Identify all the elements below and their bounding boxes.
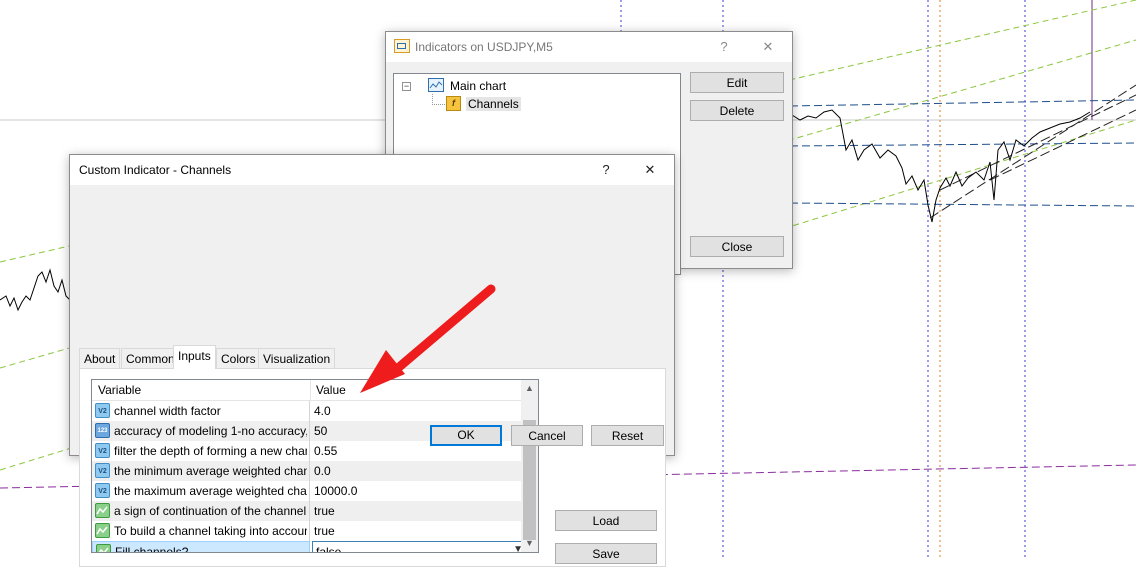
price-line xyxy=(0,268,71,312)
grid-header: Variable Value xyxy=(92,380,527,401)
value-text: 50 xyxy=(314,424,328,438)
channel-line xyxy=(789,202,1136,207)
cancel-button[interactable]: Cancel xyxy=(511,425,583,446)
double-type-icon: V2 xyxy=(95,483,110,498)
boolean-type-icon xyxy=(95,503,110,518)
scroll-down-icon[interactable]: ▼ xyxy=(521,535,538,552)
variable-cell[interactable]: 123 accuracy of modeling 1-no accuracy, … xyxy=(92,421,310,441)
collapse-icon[interactable]: − xyxy=(402,82,411,91)
double-type-icon: V2 xyxy=(95,403,110,418)
boolean-type-icon xyxy=(95,523,110,538)
dialog-title: Custom Indicator - Channels xyxy=(79,163,232,177)
tree-connector xyxy=(432,94,447,105)
column-header-value[interactable]: Value xyxy=(316,383,346,397)
column-header-variable[interactable]: Variable xyxy=(98,383,141,397)
channel-line xyxy=(789,99,1136,107)
tab-inputs[interactable]: Inputs xyxy=(173,345,216,369)
variable-cell[interactable]: Fill channels? xyxy=(92,541,310,553)
variable-cell[interactable]: a sign of continuation of the channel; t… xyxy=(92,501,310,521)
tab-visualization[interactable]: Visualization xyxy=(258,348,336,368)
tab-about[interactable]: About xyxy=(79,348,121,368)
boolean-type-icon xyxy=(96,544,111,552)
value-cell[interactable]: 4.0 xyxy=(311,401,527,421)
grid-scrollbar[interactable]: ▲ ▼ xyxy=(521,380,538,552)
custom-indicator-dialog: Custom Indicator - Channels ? ✕ About Co… xyxy=(69,154,675,567)
table-row[interactable]: a sign of continuation of the channel; t… xyxy=(92,501,527,521)
scroll-up-icon[interactable]: ▲ xyxy=(521,380,538,397)
close-icon[interactable]: ✕ xyxy=(746,32,790,62)
fill-channels-select[interactable]: false ▼ xyxy=(312,541,528,553)
variable-name: the maximum average weighted chann... xyxy=(114,484,307,498)
variable-cell[interactable]: V2 channel width factor xyxy=(92,401,310,421)
variable-name: channel width factor xyxy=(114,404,221,418)
custom-indicator-icon: f xyxy=(446,96,461,111)
value-cell[interactable]: 0.0 xyxy=(311,461,527,481)
variable-name: the minimum average weighted chann... xyxy=(114,464,307,478)
ok-button[interactable]: OK xyxy=(430,425,502,446)
tree-label: Channels xyxy=(466,97,521,111)
value-text: true xyxy=(314,524,335,538)
variable-name: Fill channels? xyxy=(115,545,189,553)
value-text: 0.0 xyxy=(314,464,331,478)
dialog-title-bar[interactable]: Custom Indicator - Channels ? ✕ xyxy=(70,155,674,185)
value-text: 4.0 xyxy=(314,404,331,418)
edit-button[interactable]: Edit xyxy=(690,72,784,93)
value-text: 0.55 xyxy=(314,444,338,458)
value-cell[interactable]: true xyxy=(311,521,527,541)
value-text: true xyxy=(314,504,335,518)
inputs-panel: Variable Value V2 channel width factor 4… xyxy=(79,368,666,567)
variable-name: a sign of continuation of the channel; t… xyxy=(114,504,307,518)
double-type-icon: V2 xyxy=(95,463,110,478)
double-type-icon: V2 xyxy=(95,443,110,458)
value-cell[interactable]: 10000.0 xyxy=(311,481,527,501)
table-row[interactable]: V2 channel width factor 4.0 xyxy=(92,401,527,421)
variable-cell[interactable]: V2 the maximum average weighted chann... xyxy=(92,481,310,501)
variable-cell[interactable]: V2 the minimum average weighted chann... xyxy=(92,461,310,481)
variable-cell[interactable]: To build a channel taking into account..… xyxy=(92,521,310,541)
column-divider xyxy=(310,380,311,400)
channel-line xyxy=(789,142,1136,147)
table-row[interactable]: To build a channel taking into account..… xyxy=(92,521,527,541)
delete-button[interactable]: Delete xyxy=(690,100,784,121)
reset-button[interactable]: Reset xyxy=(591,425,664,446)
variable-name: filter the depth of forming a new chann.… xyxy=(114,444,307,458)
help-button[interactable]: ? xyxy=(584,155,628,185)
close-icon[interactable]: ✕ xyxy=(628,155,672,185)
tab-colors[interactable]: Colors xyxy=(216,348,261,368)
table-row[interactable]: V2 the maximum average weighted chann...… xyxy=(92,481,527,501)
table-row-selected[interactable]: Fill channels? false ▼ xyxy=(92,541,528,553)
indicators-window-title: Indicators on USDJPY,M5 xyxy=(415,40,553,54)
value-text: 10000.0 xyxy=(314,484,358,498)
close-button[interactable]: Close xyxy=(690,236,784,257)
inputs-grid[interactable]: Variable Value V2 channel width factor 4… xyxy=(91,379,539,553)
variable-cell[interactable]: V2 filter the depth of forming a new cha… xyxy=(92,441,310,461)
value-cell[interactable]: true xyxy=(311,501,527,521)
table-row[interactable]: V2 the minimum average weighted chann...… xyxy=(92,461,527,481)
chart-window-icon xyxy=(428,78,444,92)
save-button[interactable]: Save xyxy=(555,543,657,564)
indicators-window-icon xyxy=(394,39,410,53)
indicators-title-bar[interactable]: Indicators on USDJPY,M5 ? ✕ xyxy=(386,32,792,62)
variable-name: accuracy of modeling 1-no accuracy, if..… xyxy=(114,424,307,438)
channel-line xyxy=(939,94,1136,191)
variable-name: To build a channel taking into account..… xyxy=(114,524,307,538)
help-button[interactable]: ? xyxy=(702,32,746,62)
integer-type-icon: 123 xyxy=(95,423,110,438)
load-button[interactable]: Load xyxy=(555,510,657,531)
selected-value: false xyxy=(316,545,342,553)
tree-label: Main chart xyxy=(450,79,507,93)
tab-common[interactable]: Common xyxy=(121,348,180,368)
